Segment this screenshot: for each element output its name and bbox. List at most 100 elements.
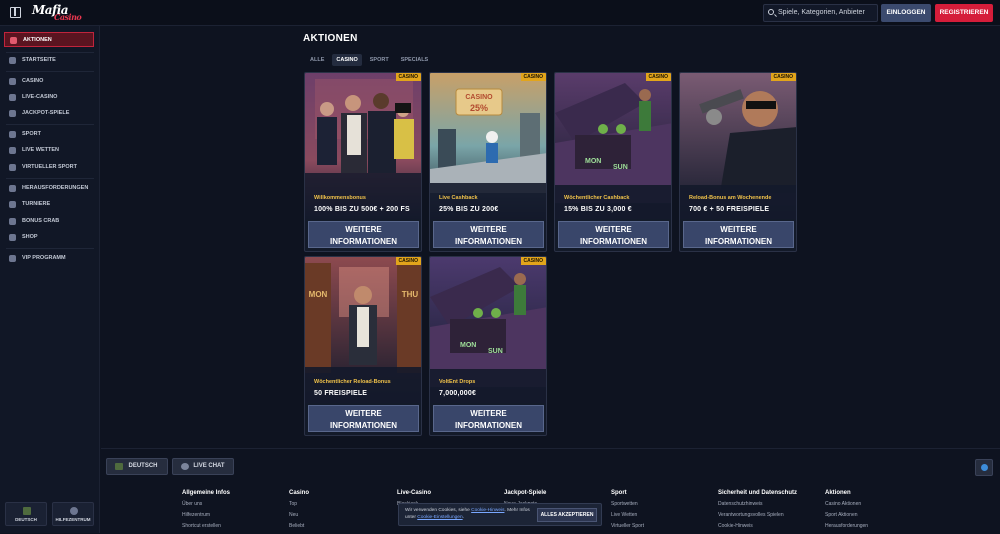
- cookie-text-part: .: [462, 514, 464, 520]
- sidebar-item-label: VIP Programm: [22, 255, 66, 261]
- accept-cookies-button[interactable]: ALLES AKZEPTIEREN: [537, 508, 597, 522]
- casino-icon: [9, 78, 16, 85]
- tab-sport[interactable]: SPORT: [366, 54, 393, 66]
- footer-link[interactable]: Über uns: [182, 501, 282, 507]
- flag-icon: [23, 507, 31, 515]
- footer-link[interactable]: Virtueller Sport: [611, 523, 711, 529]
- footer-link[interactable]: Datenschutzhinweis: [718, 501, 818, 507]
- virtual-sport-icon: [9, 164, 16, 171]
- category-badge: CASINO: [395, 257, 421, 265]
- login-button[interactable]: EINLOGGEN: [881, 4, 931, 22]
- footer-column-title: Aktionen: [825, 490, 851, 496]
- sidebar-item-shop[interactable]: Shop: [4, 230, 94, 245]
- footer-column-title: Allgemeine Infos: [182, 490, 231, 496]
- sidebar-item-live-casino[interactable]: Live-Casino: [4, 90, 94, 105]
- help-center-button[interactable]: HILFEZENTRUM: [52, 502, 94, 526]
- more-info-button[interactable]: WEITERE INFORMATIONEN: [433, 405, 544, 432]
- tab-alle[interactable]: ALLE: [306, 54, 328, 66]
- sidebar-item-live-wetten[interactable]: Live Wetten: [4, 143, 94, 158]
- language-button[interactable]: DEUTSCH: [5, 502, 47, 526]
- more-info-button[interactable]: WEITERE INFORMATIONEN: [558, 221, 669, 248]
- scroll-top-button[interactable]: [975, 459, 993, 476]
- promo-headline: 700 € + 50 FREISPIELE: [689, 206, 770, 213]
- promo-card[interactable]: MON SUN CASINO Wöchentlicher Cashback 15…: [554, 72, 672, 252]
- promo-card[interactable]: MON THU CASINO Wöchentlicher Reload-Bonu…: [304, 256, 422, 436]
- logo-subtext: Casino: [54, 12, 82, 22]
- register-button[interactable]: REGISTRIEREN: [935, 4, 993, 22]
- vip-icon: [9, 255, 16, 262]
- promo-card[interactable]: CASINO 25% CASINO Live Cashback 25% BIS …: [429, 72, 547, 252]
- promo-card[interactable]: MON SUN CASINO VoltEnt Drops 7,000,000€ …: [429, 256, 547, 436]
- footer-link[interactable]: Top: [289, 501, 389, 507]
- promo-card[interactable]: CASINO Reload-Bonus am Wochenende 700 € …: [679, 72, 797, 252]
- sidebar-item-label: Aktionen: [23, 37, 52, 43]
- promo-subtitle: VoltEnt Drops: [439, 379, 476, 385]
- footer-column-title: Sicherheit und Datenschutz: [718, 490, 798, 496]
- footer-link[interactable]: Sportwetten: [611, 501, 711, 507]
- live-casino-icon: [9, 94, 16, 101]
- challenge-icon: [9, 185, 16, 192]
- divider: [6, 124, 94, 125]
- promo-tabs: ALLE CASINO SPORT SPECIALS: [306, 54, 432, 66]
- cookie-text: Wir verwenden Cookies, siehe Cookie-Hinw…: [405, 508, 533, 521]
- sidebar-item-vip[interactable]: VIP Programm: [4, 251, 94, 266]
- sidebar-item-sport[interactable]: Sport: [4, 127, 94, 142]
- search-placeholder: Spiele, Kategorien, Anbieter: [778, 9, 865, 16]
- language-label: DEUTSCH: [15, 517, 37, 522]
- tab-specials[interactable]: SPECIALS: [397, 54, 433, 66]
- jackpot-icon: [9, 110, 16, 117]
- sidebar-item-turniere[interactable]: Turniere: [4, 197, 94, 212]
- footer-link[interactable]: Shortcut erstellen: [182, 523, 282, 529]
- cookie-text-part: Wir verwenden Cookies, siehe: [405, 508, 470, 513]
- trunk-mon-sign: MON: [460, 342, 476, 349]
- sidebar-item-label: Startseite: [22, 57, 56, 63]
- live-chat-button[interactable]: LIVE CHAT: [172, 458, 234, 475]
- sidebar-item-label: Herausforderungen: [22, 185, 89, 191]
- promo-headline: 15% BIS ZU 3,000 €: [564, 206, 632, 213]
- footer-link[interactable]: Verantwortungsvolles Spielen: [718, 512, 818, 518]
- promo-card[interactable]: CASINO Willkommensbonus 100% BIS ZU 500€…: [304, 72, 422, 252]
- sidebar-item-jackpot[interactable]: Jackpot-Spiele: [4, 106, 94, 121]
- footer-link[interactable]: Beliebt: [289, 523, 389, 529]
- footer-link[interactable]: Hilfezentrum: [182, 512, 282, 518]
- search-input[interactable]: Spiele, Kategorien, Anbieter: [763, 4, 878, 22]
- sidebar-item-label: Live Wetten: [22, 147, 59, 153]
- sidebar-item-startseite[interactable]: Startseite: [4, 53, 94, 68]
- promo-headline: 100% BIS ZU 500€ + 200 FS: [314, 206, 410, 213]
- tournament-icon: [9, 201, 16, 208]
- logo[interactable]: Mafia Casino: [32, 3, 82, 22]
- divider: [6, 248, 94, 249]
- promo-headline: 50 FREISPIELE: [314, 390, 368, 397]
- cookie-notice-link[interactable]: Cookie-Hinweis: [471, 508, 504, 513]
- category-badge: CASINO: [395, 73, 421, 81]
- footer-link[interactable]: Casino Aktionen: [825, 501, 895, 507]
- promo-subtitle: Live Cashback: [439, 195, 478, 201]
- footer-link[interactable]: Live Wetten: [611, 512, 711, 518]
- footer-link[interactable]: Sport Aktionen: [825, 512, 895, 518]
- footer-column-casino: Casino Top Neu Beliebt: [289, 490, 389, 534]
- more-info-button[interactable]: WEITERE INFORMATIONEN: [683, 221, 794, 248]
- sidebar-item-casino[interactable]: Casino: [4, 74, 94, 89]
- sidebar-item-aktionen[interactable]: Aktionen: [4, 32, 94, 47]
- tab-casino[interactable]: CASINO: [332, 54, 362, 66]
- help-label: HILFEZENTRUM: [55, 517, 91, 522]
- cookie-settings-link[interactable]: Cookie-Einstellungen: [417, 515, 462, 520]
- footer-language-button[interactable]: DEUTSCH: [106, 458, 168, 475]
- more-info-button[interactable]: WEITERE INFORMATIONEN: [308, 405, 419, 432]
- main-content: AKTIONEN ALLE CASINO SPORT SPECIALS CASI…: [101, 27, 1000, 447]
- footer-link[interactable]: Herausforderungen: [825, 523, 895, 529]
- more-info-button[interactable]: WEITERE INFORMATIONEN: [433, 221, 544, 248]
- sidebar-toggle-icon[interactable]: [10, 7, 21, 18]
- sidebar-item-virtueller-sport[interactable]: Virtueller Sport: [4, 160, 94, 175]
- category-badge: CASINO: [645, 73, 671, 81]
- footer-link[interactable]: Neu: [289, 512, 389, 518]
- sidebar-item-bonus-crab[interactable]: Bonus Crab: [4, 214, 94, 229]
- cashback-sign-percent: 25%: [470, 103, 488, 113]
- promo-subtitle: Wöchentlicher Reload-Bonus: [314, 379, 391, 385]
- footer-link[interactable]: Cookie-Hinweis: [718, 523, 818, 529]
- sidebar-item-herausforderungen[interactable]: Herausforderungen: [4, 181, 94, 196]
- more-info-button[interactable]: WEITERE INFORMATIONEN: [308, 221, 419, 248]
- trunk-sun-sign: SUN: [488, 348, 503, 355]
- flag-icon: [115, 463, 123, 470]
- search-icon: [768, 9, 774, 15]
